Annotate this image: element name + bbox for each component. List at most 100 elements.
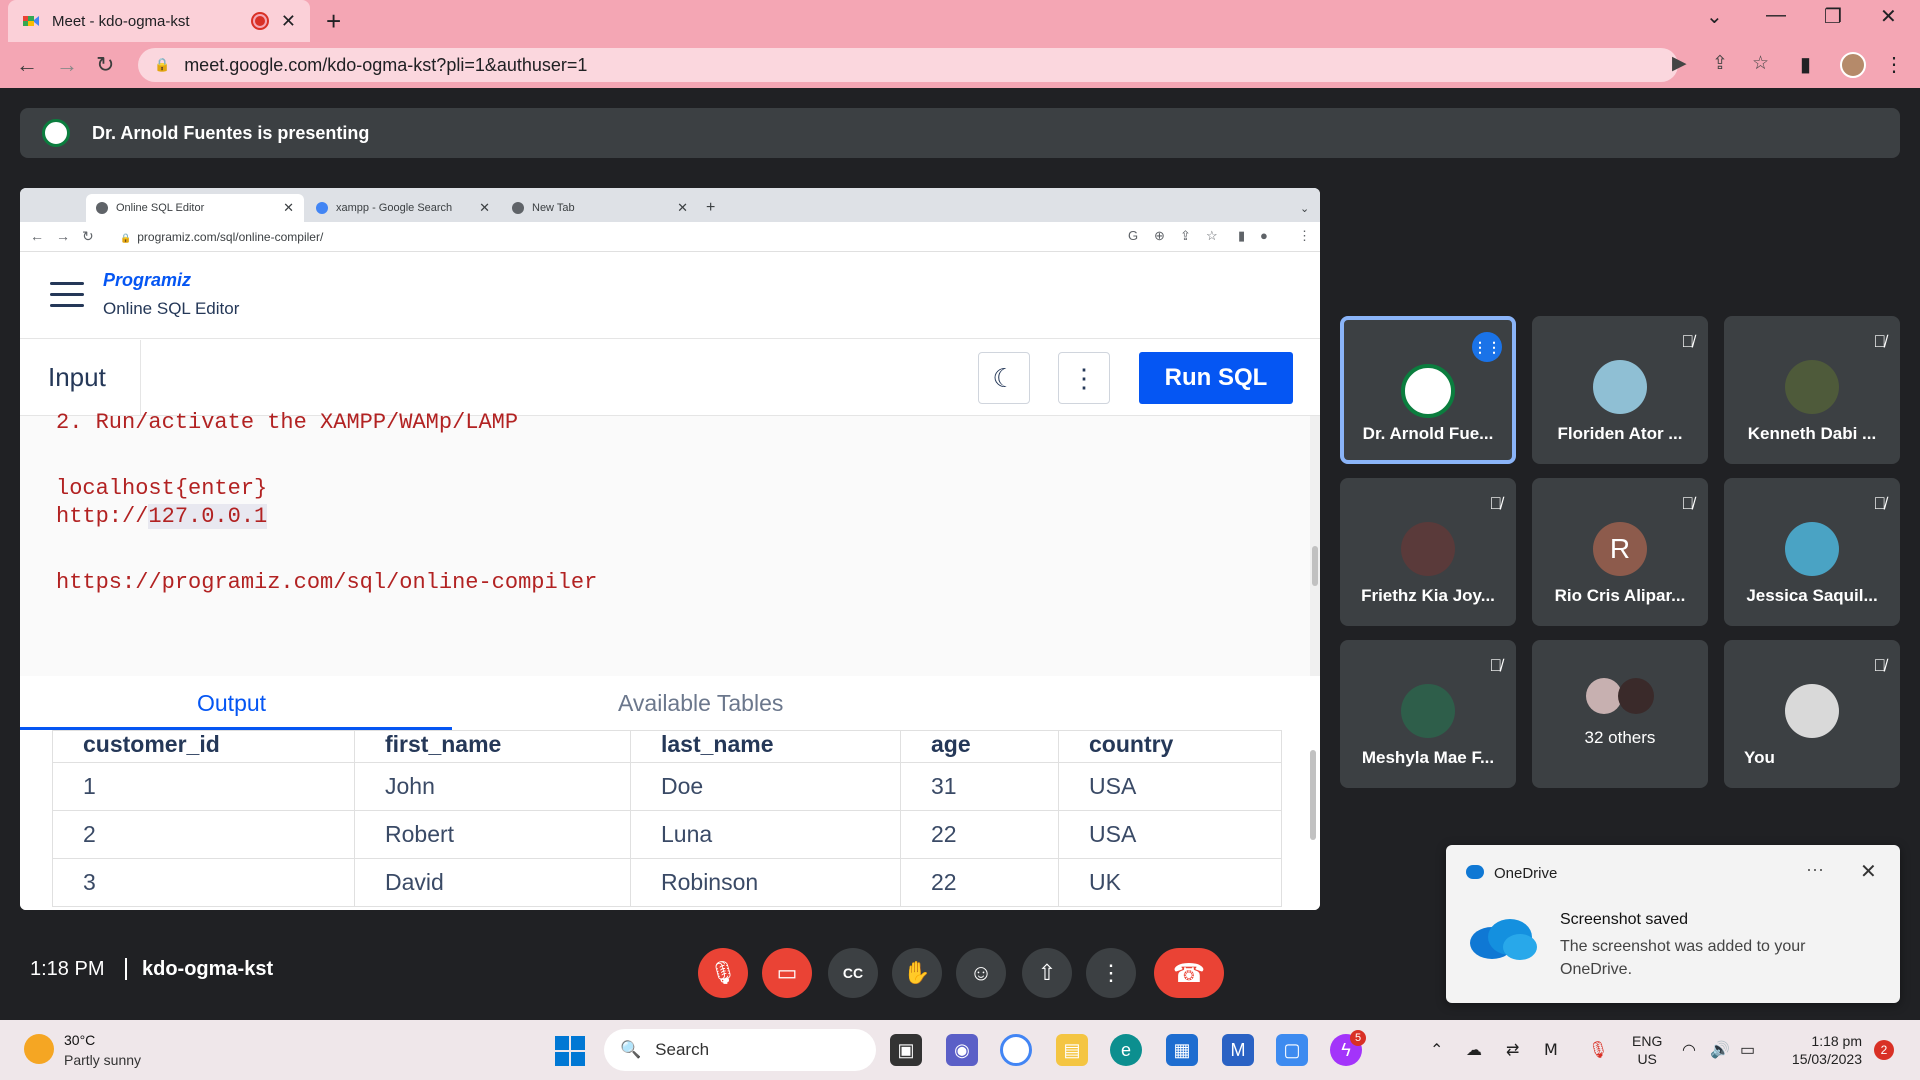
new-tab-button[interactable]: + xyxy=(326,6,341,37)
avatar xyxy=(1785,684,1839,738)
bookmark-star-icon[interactable]: ☆ xyxy=(1752,52,1769,75)
close-tab-icon[interactable]: ✕ xyxy=(281,11,296,32)
captions-button[interactable]: CC xyxy=(828,948,878,998)
battery-icon[interactable]: ▭ xyxy=(1740,1040,1755,1060)
chevron-down-icon[interactable]: ⌄ xyxy=(1706,4,1723,29)
close-icon[interactable]: ✕ xyxy=(1860,859,1877,884)
self-tile[interactable]: 🎙̸ You xyxy=(1724,640,1900,788)
search-label: Search xyxy=(655,1040,710,1059)
editor-scrollbar xyxy=(1310,416,1320,676)
clock-time: 1:18 pm xyxy=(1811,1033,1862,1049)
highlighted-selection: 127.0.0.1 xyxy=(148,504,268,529)
chevron-down-icon: ⌄ xyxy=(1300,202,1310,215)
reload-button[interactable]: ↻ xyxy=(96,52,114,78)
avatar xyxy=(1401,364,1455,418)
emoji-reaction-button[interactable]: ☺ xyxy=(956,948,1006,998)
code-fragment: http:// xyxy=(56,504,149,529)
wifi-icon[interactable]: ◠ xyxy=(1682,1040,1696,1060)
task-view-icon[interactable]: ▣ xyxy=(890,1034,922,1066)
participant-tile[interactable]: R 🎙̸ Rio Cris Alipar... xyxy=(1532,478,1708,626)
chrome-icon[interactable] xyxy=(1000,1034,1032,1066)
side-panel-icon[interactable]: ▮ xyxy=(1800,52,1811,77)
mic-toggle-button[interactable]: 🎙 xyxy=(698,948,748,998)
google-icon xyxy=(316,202,328,214)
mic-off-icon: 🎙̸ xyxy=(1873,494,1886,513)
table-cell: 31 xyxy=(900,762,1059,811)
programiz-header: Programiz Online SQL Editor xyxy=(20,252,1320,339)
more-options-icon[interactable]: ··· xyxy=(1806,859,1824,880)
search-icon: 🔍 xyxy=(620,1040,642,1059)
maximize-button[interactable]: ❐ xyxy=(1824,4,1842,29)
participant-tile[interactable]: 🎙̸ Friethz Kia Joy... xyxy=(1340,478,1516,626)
start-button[interactable] xyxy=(555,1036,585,1066)
others-tile[interactable]: 32 others xyxy=(1532,640,1708,788)
weather-sun-icon[interactable] xyxy=(24,1034,54,1064)
camera-icon[interactable]: ▶ xyxy=(1672,52,1687,75)
table-row: 1 John Doe 31 USA xyxy=(52,762,1282,811)
code-line: http://127.0.0.1 xyxy=(56,504,268,529)
back-button[interactable]: ← xyxy=(16,52,38,78)
notification-badge[interactable]: 2 xyxy=(1874,1040,1894,1060)
taskbar-search[interactable]: 🔍 Search xyxy=(604,1029,876,1071)
participant-name: Dr. Arnold Fue... xyxy=(1362,424,1494,443)
avatar xyxy=(1401,522,1455,576)
volume-icon[interactable]: 🔊 xyxy=(1710,1040,1730,1060)
participant-name: Floriden Ator ... xyxy=(1557,424,1683,443)
temperature: 30°C xyxy=(64,1032,96,1048)
table-cell: UK xyxy=(1058,858,1282,907)
shared-tab-strip: Online SQL Editor ✕ xampp - Google Searc… xyxy=(20,188,1320,222)
microphone-icon[interactable]: 🎙 xyxy=(1588,1040,1608,1060)
file-explorer-icon[interactable]: ▤ xyxy=(1056,1034,1088,1066)
present-screen-button[interactable]: ⇧ xyxy=(1022,948,1072,998)
onedrive-notification[interactable]: OneDrive ··· ✕ Screenshot saved The scre… xyxy=(1446,845,1900,1003)
onedrive-tray-icon[interactable]: ☁ xyxy=(1466,1040,1482,1060)
code-editor: 2. Run/activate the XAMPP/WAMp/LAMP loca… xyxy=(20,410,1310,676)
tab-meet[interactable]: Meet - kdo-ogma-kst ✕ xyxy=(8,0,310,42)
tray-app-icon[interactable]: ⇄ xyxy=(1506,1040,1519,1060)
more-options-button[interactable]: ⋮ xyxy=(1086,948,1136,998)
edge-icon[interactable]: e xyxy=(1110,1034,1142,1066)
table-header-row: customer_id first_name last_name age cou… xyxy=(52,730,1282,763)
close-window-button[interactable]: ✕ xyxy=(1880,4,1897,29)
participant-name: Jessica Saquil... xyxy=(1746,586,1878,605)
participant-name: Meshyla Mae F... xyxy=(1361,748,1495,767)
tab-title: Meet - kdo-ogma-kst xyxy=(52,12,190,30)
camera-toggle-button[interactable]: ▭ xyxy=(762,948,812,998)
profile-icon: ● xyxy=(1260,228,1268,243)
app-icon[interactable]: M xyxy=(1222,1034,1254,1066)
table-cell: 2 xyxy=(52,810,355,859)
messages-icon[interactable]: ▢ xyxy=(1276,1034,1308,1066)
shared-tab-label: xampp - Google Search xyxy=(336,202,453,214)
lang-code: ENG xyxy=(1632,1033,1663,1049)
participant-tile[interactable]: 🎙̸ Floriden Ator ... xyxy=(1532,316,1708,464)
table-cell: 22 xyxy=(900,858,1059,907)
chat-icon[interactable]: ◉ xyxy=(946,1034,978,1066)
participant-tile[interactable]: ⋮⋮ Dr. Arnold Fue... xyxy=(1340,316,1516,464)
forward-button[interactable]: → xyxy=(56,52,78,78)
shared-address-bar: ← → ↻ 🔒 programiz.com/sql/online-compiler… xyxy=(20,222,1320,252)
menu-dots-icon[interactable]: ⋮ xyxy=(1884,52,1904,77)
output-scrollbar xyxy=(1310,750,1316,840)
chevron-up-icon[interactable]: ⌃ xyxy=(1430,1040,1443,1060)
minimize-button[interactable]: — xyxy=(1766,4,1786,27)
address-bar[interactable]: 🔒 meet.google.com/kdo-ogma-kst?pli=1&aut… xyxy=(138,48,1678,82)
back-icon: ← xyxy=(30,228,44,244)
store-icon[interactable]: ▦ xyxy=(1166,1034,1198,1066)
presenting-banner: Dr. Arnold Fuentes is presenting xyxy=(20,108,1900,158)
table-cell: Robinson xyxy=(630,858,901,907)
system-clock[interactable]: 1:18 pm 15/03/2023 xyxy=(1790,1032,1862,1068)
language-indicator[interactable]: ENG US xyxy=(1632,1032,1662,1068)
share-icon[interactable]: ⇪ xyxy=(1712,52,1728,75)
participant-tile[interactable]: 🎙̸ Kenneth Dabi ... xyxy=(1724,316,1900,464)
participant-name: You xyxy=(1744,748,1775,767)
participant-name: Kenneth Dabi ... xyxy=(1747,424,1877,443)
shared-url-text: programiz.com/sql/online-compiler/ xyxy=(137,230,324,244)
end-call-button[interactable]: ☎ xyxy=(1154,948,1224,998)
profile-avatar[interactable] xyxy=(1840,52,1866,78)
raise-hand-button[interactable]: ✋ xyxy=(892,948,942,998)
participant-tile[interactable]: 🎙̸ Jessica Saquil... xyxy=(1724,478,1900,626)
shared-tab-label: New Tab xyxy=(532,202,575,214)
avatar xyxy=(1593,360,1647,414)
tray-app-icon[interactable]: Ⅿ xyxy=(1544,1040,1558,1060)
participant-tile[interactable]: 🎙̸ Meshyla Mae F... xyxy=(1340,640,1516,788)
